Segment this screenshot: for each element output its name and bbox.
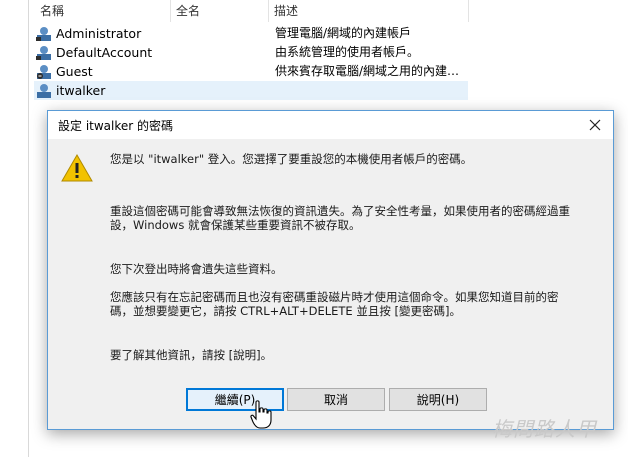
user-name: itwalker <box>56 83 106 98</box>
user-description: 管理電腦/網域的內建帳戶 <box>275 26 412 40</box>
table-row[interactable]: DefaultAccount 由系統管理的使用者帳戶。 <box>34 43 468 62</box>
hand-cursor-icon <box>250 400 272 429</box>
cancel-button[interactable]: 取消 <box>287 388 385 411</box>
user-disabled-icon <box>37 65 51 79</box>
user-name: DefaultAccount <box>56 45 153 60</box>
warning-icon <box>61 153 93 182</box>
message-reset-disk-2: 碼，並想要變更它，請按 CTRL+ALT+DELETE 並且按 [變更密碼]。 <box>110 304 461 318</box>
help-button[interactable]: 說明(H) <box>389 388 487 411</box>
column-header-name[interactable]: 名稱 <box>40 0 64 22</box>
user-icon <box>36 46 51 60</box>
message-data-loss-2: 設，Windows 就會保護某些重要資訊不被存取。 <box>110 218 361 232</box>
table-row[interactable]: Guest 供來賓存取電腦/網域之用的內建… <box>34 62 468 81</box>
user-icon <box>36 27 51 41</box>
column-header-fullname[interactable]: 全名 <box>176 0 200 22</box>
close-icon[interactable] <box>585 115 605 135</box>
column-header-description[interactable]: 描述 <box>274 0 298 22</box>
dialog-titlebar[interactable]: 設定 itwalker 的密碼 <box>48 111 613 139</box>
message-logout-loss: 您下次登出時將會遺失這些資料。 <box>110 262 283 276</box>
column-separator[interactable] <box>468 0 469 22</box>
user-icon <box>37 84 51 98</box>
watermark-logo: 梅問路人甲 <box>492 417 597 441</box>
user-description: 由系統管理的使用者帳戶。 <box>275 45 420 59</box>
message-help: 要了解其他資訊，請按 [說明]。 <box>110 348 273 362</box>
message-logged-in: 您是以 "itwalker" 登入。您選擇了要重設您的本機使用者帳戶的密碼。 <box>110 152 473 166</box>
dialog-title: 設定 itwalker 的密碼 <box>58 119 174 133</box>
user-description: 供來賓存取電腦/網域之用的內建… <box>275 64 460 78</box>
column-separator[interactable] <box>170 0 171 22</box>
set-password-dialog: 設定 itwalker 的密碼 您是以 "itwalker" 登入。您選擇了要重… <box>47 110 614 430</box>
user-name: Administrator <box>56 26 142 41</box>
user-name: Guest <box>56 64 93 79</box>
column-separator[interactable] <box>268 0 269 22</box>
table-row[interactable]: Administrator 管理電腦/網域的內建帳戶 <box>34 24 468 43</box>
table-row-selected[interactable]: itwalker <box>34 81 468 100</box>
